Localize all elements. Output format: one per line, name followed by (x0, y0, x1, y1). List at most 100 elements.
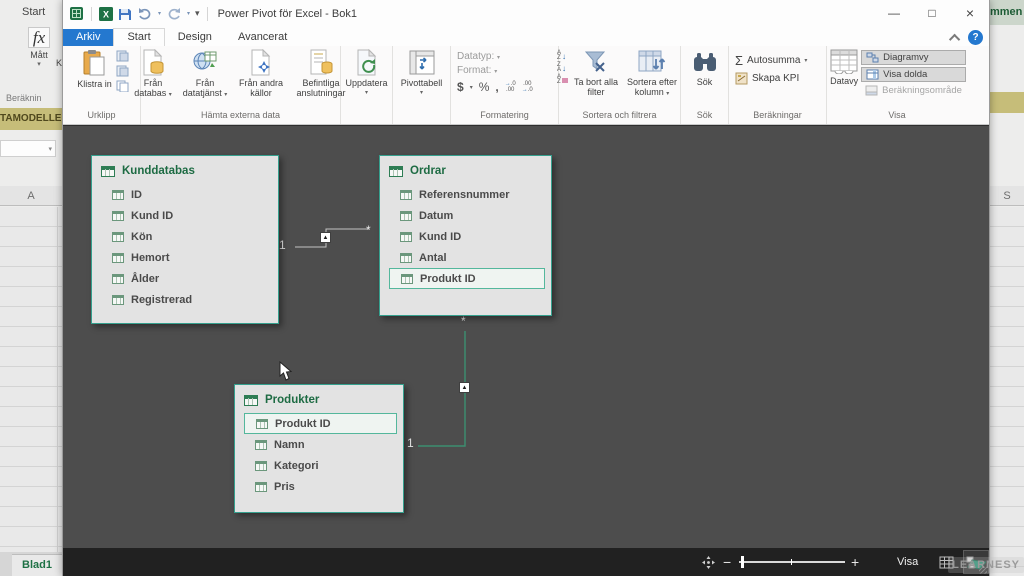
copy-icon[interactable] (116, 80, 129, 92)
chevron-down-icon[interactable]: ▾ (158, 10, 161, 17)
field-row[interactable]: Namn (255, 434, 398, 455)
undo-icon[interactable] (137, 7, 153, 20)
table-card-kunddatabas[interactable]: Kunddatabas ID Kund ID Kön Hemort Ålder … (91, 155, 279, 324)
sort-descending-icon[interactable]: ZA↓ (557, 63, 568, 73)
table-card-ordrar[interactable]: Ordrar Referensnummer Datum Kund ID Anta… (379, 155, 552, 316)
thousands-button[interactable]: , (495, 80, 498, 94)
paste-special-icon[interactable] (116, 50, 129, 62)
increase-decimals-icon[interactable]: →.0.00 (505, 81, 516, 93)
close-button[interactable]: × (951, 0, 989, 27)
excel-start-tab[interactable]: Start (22, 6, 45, 18)
measure-label: Mått (22, 50, 56, 60)
other-sources-icon (248, 49, 274, 76)
paste-button[interactable]: Klistra in (75, 48, 115, 109)
pivottable-button[interactable]: Pivottabell ▾ (399, 48, 445, 109)
column-icon (112, 232, 124, 242)
table-card-produkter[interactable]: Produkter Produkt ID Namn Kategori Pris (234, 384, 404, 513)
clear-sort-icon[interactable]: AZ (557, 75, 568, 85)
field-row[interactable]: Registrerad (112, 289, 273, 310)
field-row-selected[interactable]: Produkt ID (244, 413, 397, 434)
autosum-button[interactable]: Σ Autosumma ▾ (735, 53, 807, 68)
show-hidden-button[interactable]: Visa dolda (861, 67, 966, 82)
powerpivot-app-icon (69, 6, 84, 21)
maximize-button[interactable]: □ (913, 0, 951, 27)
zoom-in-button[interactable]: + (851, 554, 859, 570)
relationship-produkter-ordrar[interactable] (418, 331, 465, 446)
chevron-down-icon[interactable]: ▾ (187, 10, 190, 17)
from-database-button[interactable]: Från databas ▾ (129, 48, 177, 109)
database-file-icon (140, 49, 166, 76)
chevron-down-icon[interactable]: ▾ (470, 84, 473, 91)
chevron-down-icon: ▾ (365, 88, 368, 98)
diagram-view-button[interactable]: Diagramvy (861, 50, 966, 65)
save-icon[interactable] (118, 7, 132, 21)
redo-icon[interactable] (166, 7, 182, 20)
decrease-decimals-icon[interactable]: .00→.0 (522, 81, 533, 93)
field-row[interactable]: ID (112, 184, 273, 205)
field-row[interactable]: Kund ID (112, 205, 273, 226)
tab-design[interactable]: Design (165, 29, 225, 46)
relationship-direction-arrow[interactable]: ▲ (459, 382, 470, 393)
help-icon[interactable]: ? (968, 30, 983, 45)
field-row[interactable]: Referensnummer (400, 184, 546, 205)
from-dataservice-button[interactable]: Från datatjänst ▾ (178, 48, 232, 109)
excel-name-box[interactable]: ▾ (0, 140, 56, 157)
fit-to-screen-label[interactable]: Visa (897, 556, 918, 568)
chevron-down-icon: ▾ (494, 69, 497, 75)
zoom-slider[interactable] (739, 561, 845, 563)
excel-measure-button[interactable]: fx Mått ▾ (22, 28, 56, 68)
zoom-out-button[interactable]: − (723, 554, 731, 570)
minimize-button[interactable]: — (875, 0, 913, 27)
field-row[interactable]: Hemort (112, 247, 273, 268)
clear-all-filters-button[interactable]: Ta bort alla filter (571, 48, 621, 109)
divider (91, 7, 92, 21)
table-header[interactable]: Kunddatabas (92, 156, 278, 182)
field-label: ID (131, 189, 142, 201)
sort-ascending-icon[interactable]: AZ↓ (557, 51, 568, 61)
field-row[interactable]: Pris (255, 476, 398, 497)
excel-column-header[interactable]: S (990, 186, 1024, 206)
sort-by-column-button[interactable]: Sortera efter kolumn ▾ (622, 48, 682, 109)
field-row-selected[interactable]: Produkt ID (389, 268, 545, 289)
relationship-direction-arrow[interactable]: ▲ (320, 232, 331, 243)
excel-column-header[interactable]: A (0, 186, 62, 206)
qat-customize-icon[interactable]: ▾ (195, 8, 200, 19)
calculation-area-button[interactable]: Beräkningsområde (861, 84, 966, 97)
tab-start[interactable]: Start (113, 28, 164, 46)
format-dropdown[interactable]: Format: ▾ (457, 65, 533, 76)
field-row[interactable]: Ålder (112, 268, 273, 289)
tab-avancerat[interactable]: Avancerat (225, 29, 300, 46)
from-other-sources-button[interactable]: Från andra källor (233, 48, 289, 109)
field-row[interactable]: Antal (400, 247, 546, 268)
field-row[interactable]: Kategori (255, 455, 398, 476)
percent-button[interactable]: % (479, 80, 490, 94)
sheet-tab-label: Blad1 (22, 559, 52, 571)
excel-sheet-tab[interactable]: Blad1 (12, 554, 62, 576)
refresh-button[interactable]: Uppdatera ▾ (343, 48, 389, 109)
zoom-slider-thumb[interactable] (741, 556, 744, 568)
diagram-canvas[interactable]: ▲ ▲ 1 * * 1 Kunddatabas ID Kund ID Kön H… (63, 125, 989, 548)
datatype-dropdown[interactable]: Datatyp: ▾ (457, 51, 533, 62)
table-header[interactable]: Ordrar (380, 156, 551, 182)
data-view-icon (830, 49, 858, 74)
field-label: Antal (419, 252, 447, 264)
field-row[interactable]: Kund ID (400, 226, 546, 247)
tab-arkiv[interactable]: Arkiv (63, 29, 113, 46)
from-database-label: Från databas (134, 78, 166, 98)
pan-icon[interactable] (701, 555, 716, 570)
field-label: Datum (419, 210, 453, 222)
group-label-formatting: Formatering (451, 109, 558, 124)
powerpivot-window: X ▾ ▾ ▾ Power Pivot för Excel - Bok1 — □… (62, 0, 990, 576)
currency-button[interactable]: $ (457, 80, 464, 94)
collapse-ribbon-icon[interactable] (949, 33, 960, 44)
excel-app-icon[interactable]: X (99, 7, 113, 21)
data-view-button[interactable]: Datavy (828, 48, 860, 109)
paste-replace-icon[interactable] (116, 65, 129, 77)
create-kpi-button[interactable]: Skapa KPI (735, 72, 807, 85)
chevron-down-icon: ▾ (48, 145, 52, 153)
relationship-kunddatabas-ordrar[interactable] (295, 229, 369, 247)
field-row[interactable]: Datum (400, 205, 546, 226)
search-button[interactable]: Sök (690, 48, 720, 109)
table-header[interactable]: Produkter (235, 385, 403, 411)
field-row[interactable]: Kön (112, 226, 273, 247)
